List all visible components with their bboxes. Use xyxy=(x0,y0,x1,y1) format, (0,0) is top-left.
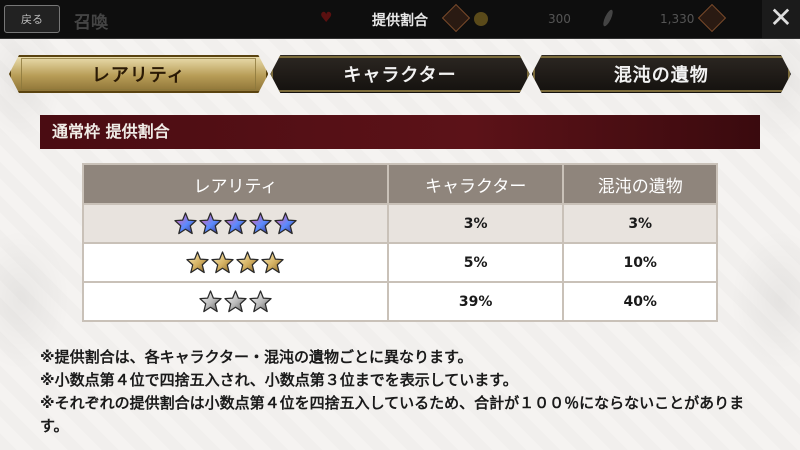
relic-rate: 10% xyxy=(562,242,718,283)
close-button[interactable]: ✕ xyxy=(762,0,800,38)
rarity-4-stars xyxy=(82,242,389,283)
tab-chaos-relic[interactable]: 混沌の遺物 xyxy=(532,55,791,93)
rarity-3-stars xyxy=(82,281,389,322)
table-header-row: レアリティ キャラクター 混沌の遺物 xyxy=(82,163,718,205)
star-icon xyxy=(224,290,247,313)
tab-rarity-label: レアリティ xyxy=(91,65,186,86)
relic-rate: 3% xyxy=(562,203,718,244)
star-icon xyxy=(199,212,222,235)
table-row: 3% 3% xyxy=(82,203,718,244)
tab-chaos-relic-label: 混沌の遺物 xyxy=(613,65,709,86)
header-character: キャラクター xyxy=(386,163,565,205)
star-icon xyxy=(211,251,235,274)
star-icon xyxy=(261,251,285,274)
top-bar: 戻る 召喚 ♥ 提供割合 300 1,330 ✕ xyxy=(0,0,800,39)
star-icon xyxy=(224,212,247,235)
note-line: ※それぞれの提供割合は小数点第４位を四捨五入しているため、合計が１００％にならな… xyxy=(40,394,745,435)
tab-rarity[interactable]: レアリティ xyxy=(9,55,268,93)
rarity-5-stars xyxy=(82,203,389,244)
star-icon xyxy=(249,212,272,235)
header-chaos-relic: 混沌の遺物 xyxy=(562,163,718,205)
note-line: ※提供割合は、各キャラクター・混沌の遺物ごとに異なります。 xyxy=(40,348,473,366)
star-icon xyxy=(274,212,297,235)
rates-table: レアリティ キャラクター 混沌の遺物 3% 3% 5% 10% 39% 40% xyxy=(82,163,718,322)
relic-rate: 40% xyxy=(562,281,718,322)
star-icon xyxy=(174,212,197,235)
note-line: ※小数点第４位で四捨五入され、小数点第３位までを表示しています。 xyxy=(40,371,518,389)
character-rate: 5% xyxy=(386,242,565,283)
star-icon xyxy=(236,251,260,274)
table-row: 39% 40% xyxy=(82,281,718,322)
notes: ※提供割合は、各キャラクター・混沌の遺物ごとに異なります。 ※小数点第４位で四捨… xyxy=(40,346,770,438)
section-title: 通常枠 提供割合 xyxy=(52,122,170,141)
header-rarity: レアリティ xyxy=(82,163,389,205)
table-row: 5% 10% xyxy=(82,242,718,283)
resource-value-2: 1,330 xyxy=(660,12,695,26)
star-icon xyxy=(186,251,210,274)
tab-bar: レアリティ キャラクター 混沌の遺物 xyxy=(8,55,792,93)
close-icon: ✕ xyxy=(769,1,793,34)
star-icon xyxy=(249,290,272,313)
character-rate: 39% xyxy=(386,281,565,322)
tab-character[interactable]: キャラクター xyxy=(270,55,529,93)
tab-character-label: キャラクター xyxy=(343,65,457,86)
section-header: 通常枠 提供割合 xyxy=(40,115,760,149)
coin-icon xyxy=(474,12,488,26)
character-rate: 3% xyxy=(386,203,565,244)
star-icon xyxy=(199,290,222,313)
resource-value-1: 300 xyxy=(548,12,571,26)
